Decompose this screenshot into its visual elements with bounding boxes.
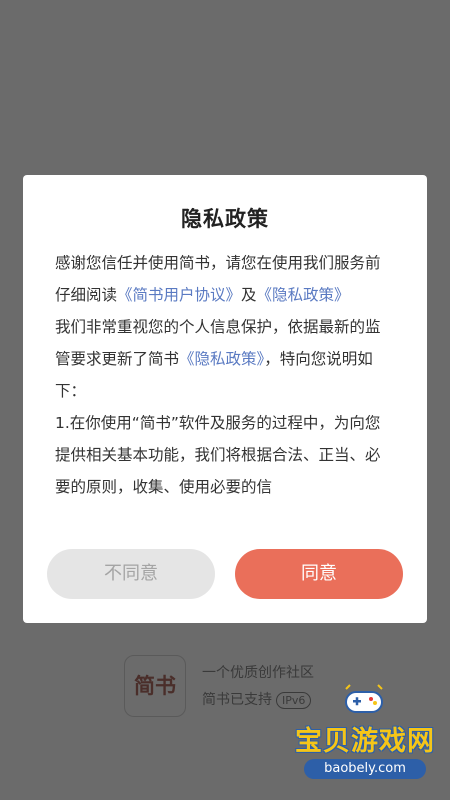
privacy-dialog: 隐私政策 感谢您信任并使用简书，请您在使用我们服务前仔细阅读《简书用户协议》及《… — [23, 175, 427, 623]
paragraph-update: 我们非常重视您的个人信息保护，依据最新的监管要求更新了简书《隐私政策》，特向您说… — [55, 311, 395, 407]
app-logo: 简书 — [124, 655, 186, 717]
gamepad-icon — [345, 684, 383, 713]
site-watermark: 宝贝游戏网 baobely.com — [290, 683, 440, 788]
watermark-text: 宝贝游戏网 — [295, 726, 435, 757]
dialog-body[interactable]: 感谢您信任并使用简书，请您在使用我们服务前仔细阅读《简书用户协议》及《隐私政策》… — [55, 247, 395, 529]
disagree-button[interactable]: 不同意 — [47, 549, 215, 599]
agree-button[interactable]: 同意 — [235, 549, 403, 599]
paragraph-intro: 感谢您信任并使用简书，请您在使用我们服务前仔细阅读《简书用户协议》及《隐私政策》 — [55, 247, 395, 311]
conjunction-text: 及 — [241, 286, 257, 304]
privacy-policy-link[interactable]: 《隐私政策》 — [257, 286, 350, 304]
dialog-title: 隐私政策 — [181, 207, 269, 231]
ipv6-text: 简书已支持 — [202, 692, 272, 708]
brand-slogan: 一个优质创作社区 — [202, 665, 314, 681]
watermark-url: baobely.com — [304, 759, 426, 779]
privacy-policy-link-2[interactable]: 《隐私政策》 — [179, 350, 264, 368]
paragraph-item-1: 1.在你使用“简书”软件及服务的过程中，为向您提供相关基本功能，我们将根据合法、… — [55, 414, 381, 496]
user-agreement-link[interactable]: 《简书用户协议》 — [117, 286, 241, 304]
